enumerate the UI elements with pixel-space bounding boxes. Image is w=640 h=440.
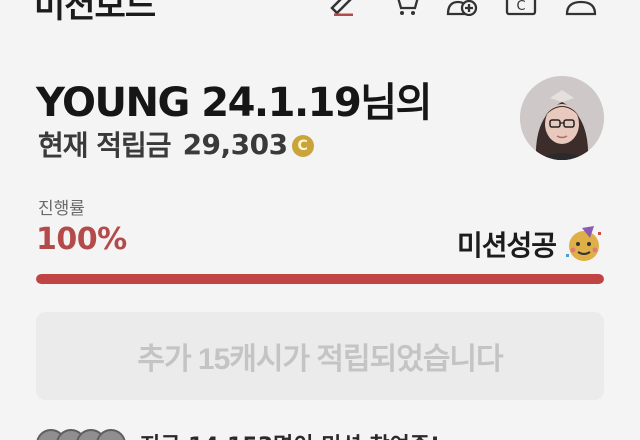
edit-pencil-icon[interactable]: [326, 0, 360, 17]
balance-value: 29,303: [182, 127, 289, 161]
top-bar: 미션보드 C: [0, 0, 640, 26]
coin-icon: C: [291, 135, 314, 157]
profile-icon[interactable]: [564, 0, 598, 16]
progress-percent: 100%: [36, 222, 127, 257]
greeting-title: YOUNG 24.1.19님의: [36, 80, 432, 126]
svg-text:C: C: [516, 0, 525, 14]
mission-board-screen: 미션보드 C YOUNG 24.1.19님의 현재 적립금 29,303 C 진…: [0, 0, 640, 440]
progress-bar: [36, 274, 604, 284]
participants-text: 지금 14,153명이 미션 참여중!: [140, 428, 440, 440]
mission-status: 미션성공: [457, 224, 604, 264]
add-cloud-icon[interactable]: [444, 0, 478, 17]
app-title: 미션보드: [34, 0, 156, 26]
progress-bar-fill: [36, 274, 604, 284]
balance-row: 현재 적립금 29,303 C: [38, 124, 314, 164]
cash-reward-button[interactable]: 추가 15캐시가 적립되었습니다: [36, 312, 604, 400]
cart-icon[interactable]: [388, 0, 422, 16]
cash-icon[interactable]: C: [504, 0, 538, 16]
progress-label: 진행률: [38, 199, 85, 219]
coin-stack-icon: [36, 429, 126, 440]
balance-label: 현재 적립금: [38, 129, 172, 162]
mission-status-text: 미션성공: [456, 229, 557, 262]
participants-row: 지금 14,153명이 미션 참여중!: [36, 428, 440, 440]
avatar[interactable]: [520, 76, 604, 160]
party-face-icon: [564, 224, 604, 264]
